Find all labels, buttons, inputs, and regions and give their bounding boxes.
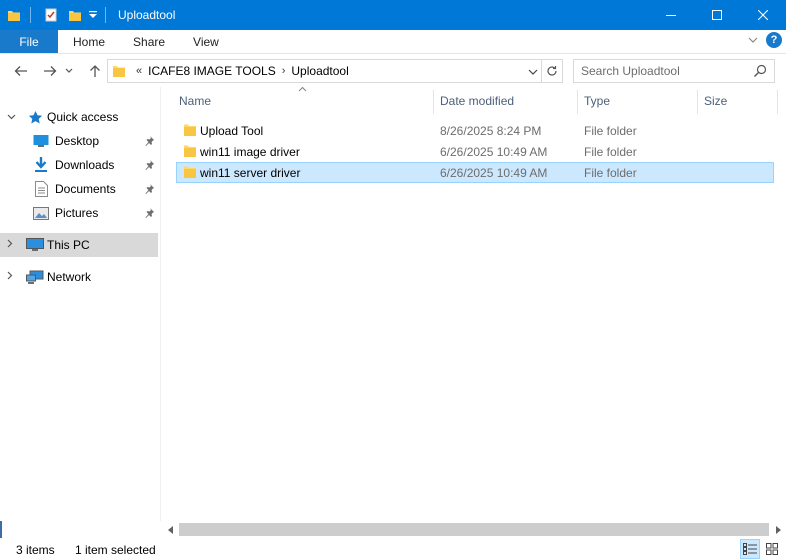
- breadcrumb-segment[interactable]: ICAFE8 IMAGE TOOLS: [148, 64, 276, 78]
- address-overflow[interactable]: «: [136, 65, 142, 77]
- back-button[interactable]: [9, 59, 33, 83]
- up-button[interactable]: [83, 59, 107, 83]
- customize-toolbar-icon[interactable]: [87, 5, 99, 25]
- maximize-button[interactable]: [694, 0, 740, 30]
- computer-icon: [25, 237, 45, 253]
- view-switcher: [740, 539, 782, 559]
- breadcrumb-separator[interactable]: ›: [282, 65, 286, 77]
- large-icons-view-button[interactable]: [762, 539, 782, 559]
- file-row[interactable]: Upload Tool 8/26/2025 8:24 PM File folde…: [176, 120, 774, 141]
- address-dropdown-icon[interactable]: [528, 65, 538, 79]
- pictures-icon: [33, 205, 49, 221]
- file-name: Upload Tool: [200, 124, 264, 138]
- status-bar: 3 items 1 item selected: [0, 538, 786, 560]
- selection-count: 1 item selected: [75, 543, 156, 557]
- nav-item-downloads[interactable]: Downloads: [0, 154, 158, 176]
- expanded-chevron-icon[interactable]: [7, 112, 17, 123]
- help-icon[interactable]: ?: [766, 32, 782, 48]
- download-icon: [33, 157, 49, 173]
- search-placeholder: Search Uploadtool: [581, 64, 680, 78]
- document-icon: [33, 181, 49, 197]
- column-header-date-modified[interactable]: Date modified: [434, 87, 578, 115]
- properties-icon[interactable]: [41, 5, 61, 25]
- nav-label: Network: [47, 270, 92, 284]
- folder-icon: [183, 144, 197, 161]
- desktop-icon: [33, 133, 49, 149]
- scrollbar-thumb[interactable]: [179, 523, 769, 536]
- toolbar-divider: [30, 7, 31, 23]
- nav-label: Documents: [55, 182, 116, 196]
- nav-item-quick-access[interactable]: Quick access: [0, 106, 158, 128]
- toolbar-divider: [105, 7, 106, 23]
- tab-view[interactable]: View: [179, 30, 233, 53]
- file-date: 6/26/2025 10:49 AM: [440, 145, 548, 159]
- ribbon-controls: ?: [748, 32, 782, 48]
- nav-label: Quick access: [47, 110, 119, 124]
- pin-icon[interactable]: [144, 183, 154, 197]
- file-row[interactable]: win11 image driver 6/26/2025 10:49 AM Fi…: [176, 141, 774, 162]
- pin-icon[interactable]: [144, 159, 154, 173]
- file-type: File folder: [584, 124, 637, 138]
- minimize-button[interactable]: [648, 0, 694, 30]
- file-type: File folder: [584, 145, 637, 159]
- pane-divider[interactable]: [160, 87, 161, 521]
- navigation-bar: « ICAFE8 IMAGE TOOLS › Uploadtool Search…: [0, 55, 786, 87]
- folder-icon: [183, 123, 197, 140]
- details-view-button[interactable]: [740, 539, 760, 559]
- nav-label: Desktop: [55, 134, 100, 148]
- forward-button[interactable]: [38, 59, 62, 83]
- nav-label: Pictures: [55, 206, 99, 220]
- nav-item-documents[interactable]: Documents: [0, 178, 158, 200]
- file-type: File folder: [584, 166, 637, 180]
- refresh-button[interactable]: [542, 59, 563, 83]
- column-header-size[interactable]: Size: [698, 87, 778, 115]
- file-date: 8/26/2025 8:24 PM: [440, 124, 542, 138]
- search-icon[interactable]: [753, 64, 767, 81]
- column-header-type[interactable]: Type: [578, 87, 697, 115]
- file-name: win11 image driver: [200, 145, 300, 159]
- expand-ribbon-icon[interactable]: [748, 33, 758, 47]
- nav-item-pictures[interactable]: Pictures: [0, 202, 158, 224]
- nav-label: This PC: [47, 238, 90, 252]
- address-bar[interactable]: « ICAFE8 IMAGE TOOLS › Uploadtool: [107, 59, 542, 83]
- pin-icon[interactable]: [144, 207, 154, 221]
- nav-item-this-pc[interactable]: This PC: [0, 233, 158, 257]
- column-header-name[interactable]: Name: [173, 87, 433, 115]
- tab-share[interactable]: Share: [119, 30, 179, 53]
- pin-icon[interactable]: [144, 135, 154, 149]
- folder-icon: [112, 64, 126, 78]
- item-count: 3 items: [16, 543, 55, 557]
- folder-icon: [183, 165, 197, 182]
- window-title: Uploadtool: [118, 8, 176, 22]
- tab-file[interactable]: File: [0, 30, 58, 53]
- navigation-pane: Quick access Desktop Downloads Documents: [0, 87, 160, 521]
- collapsed-chevron-icon[interactable]: [7, 239, 17, 251]
- close-button[interactable]: [740, 0, 786, 30]
- ribbon-tabs: File Home Share View ?: [0, 30, 786, 54]
- window-controls: [648, 0, 786, 30]
- tab-home[interactable]: Home: [58, 30, 119, 53]
- nav-item-desktop[interactable]: Desktop: [0, 130, 158, 152]
- file-date: 6/26/2025 10:49 AM: [440, 166, 548, 180]
- new-folder-icon[interactable]: [65, 5, 85, 25]
- scroll-right-button[interactable]: [769, 521, 786, 538]
- file-row-selected[interactable]: win11 server driver 6/26/2025 10:49 AM F…: [176, 162, 774, 183]
- breadcrumb-segment[interactable]: Uploadtool: [291, 64, 348, 78]
- column-divider[interactable]: [777, 90, 778, 114]
- network-icon: [25, 269, 45, 285]
- scroll-left-button[interactable]: [162, 521, 179, 538]
- search-input[interactable]: Search Uploadtool: [573, 59, 775, 83]
- horizontal-scrollbar[interactable]: [162, 521, 786, 538]
- file-list: Name Date modified Type Size Upload Tool…: [162, 86, 786, 521]
- file-name: win11 server driver: [200, 166, 301, 180]
- star-icon: [27, 109, 43, 125]
- title-bar: Uploadtool: [0, 0, 786, 30]
- nav-label: Downloads: [55, 158, 115, 172]
- collapsed-chevron-icon[interactable]: [7, 271, 17, 283]
- recent-locations-icon[interactable]: [62, 59, 76, 83]
- nav-item-network[interactable]: Network: [0, 266, 158, 288]
- folder-icon: [4, 5, 24, 25]
- quick-access-toolbar: [0, 0, 112, 30]
